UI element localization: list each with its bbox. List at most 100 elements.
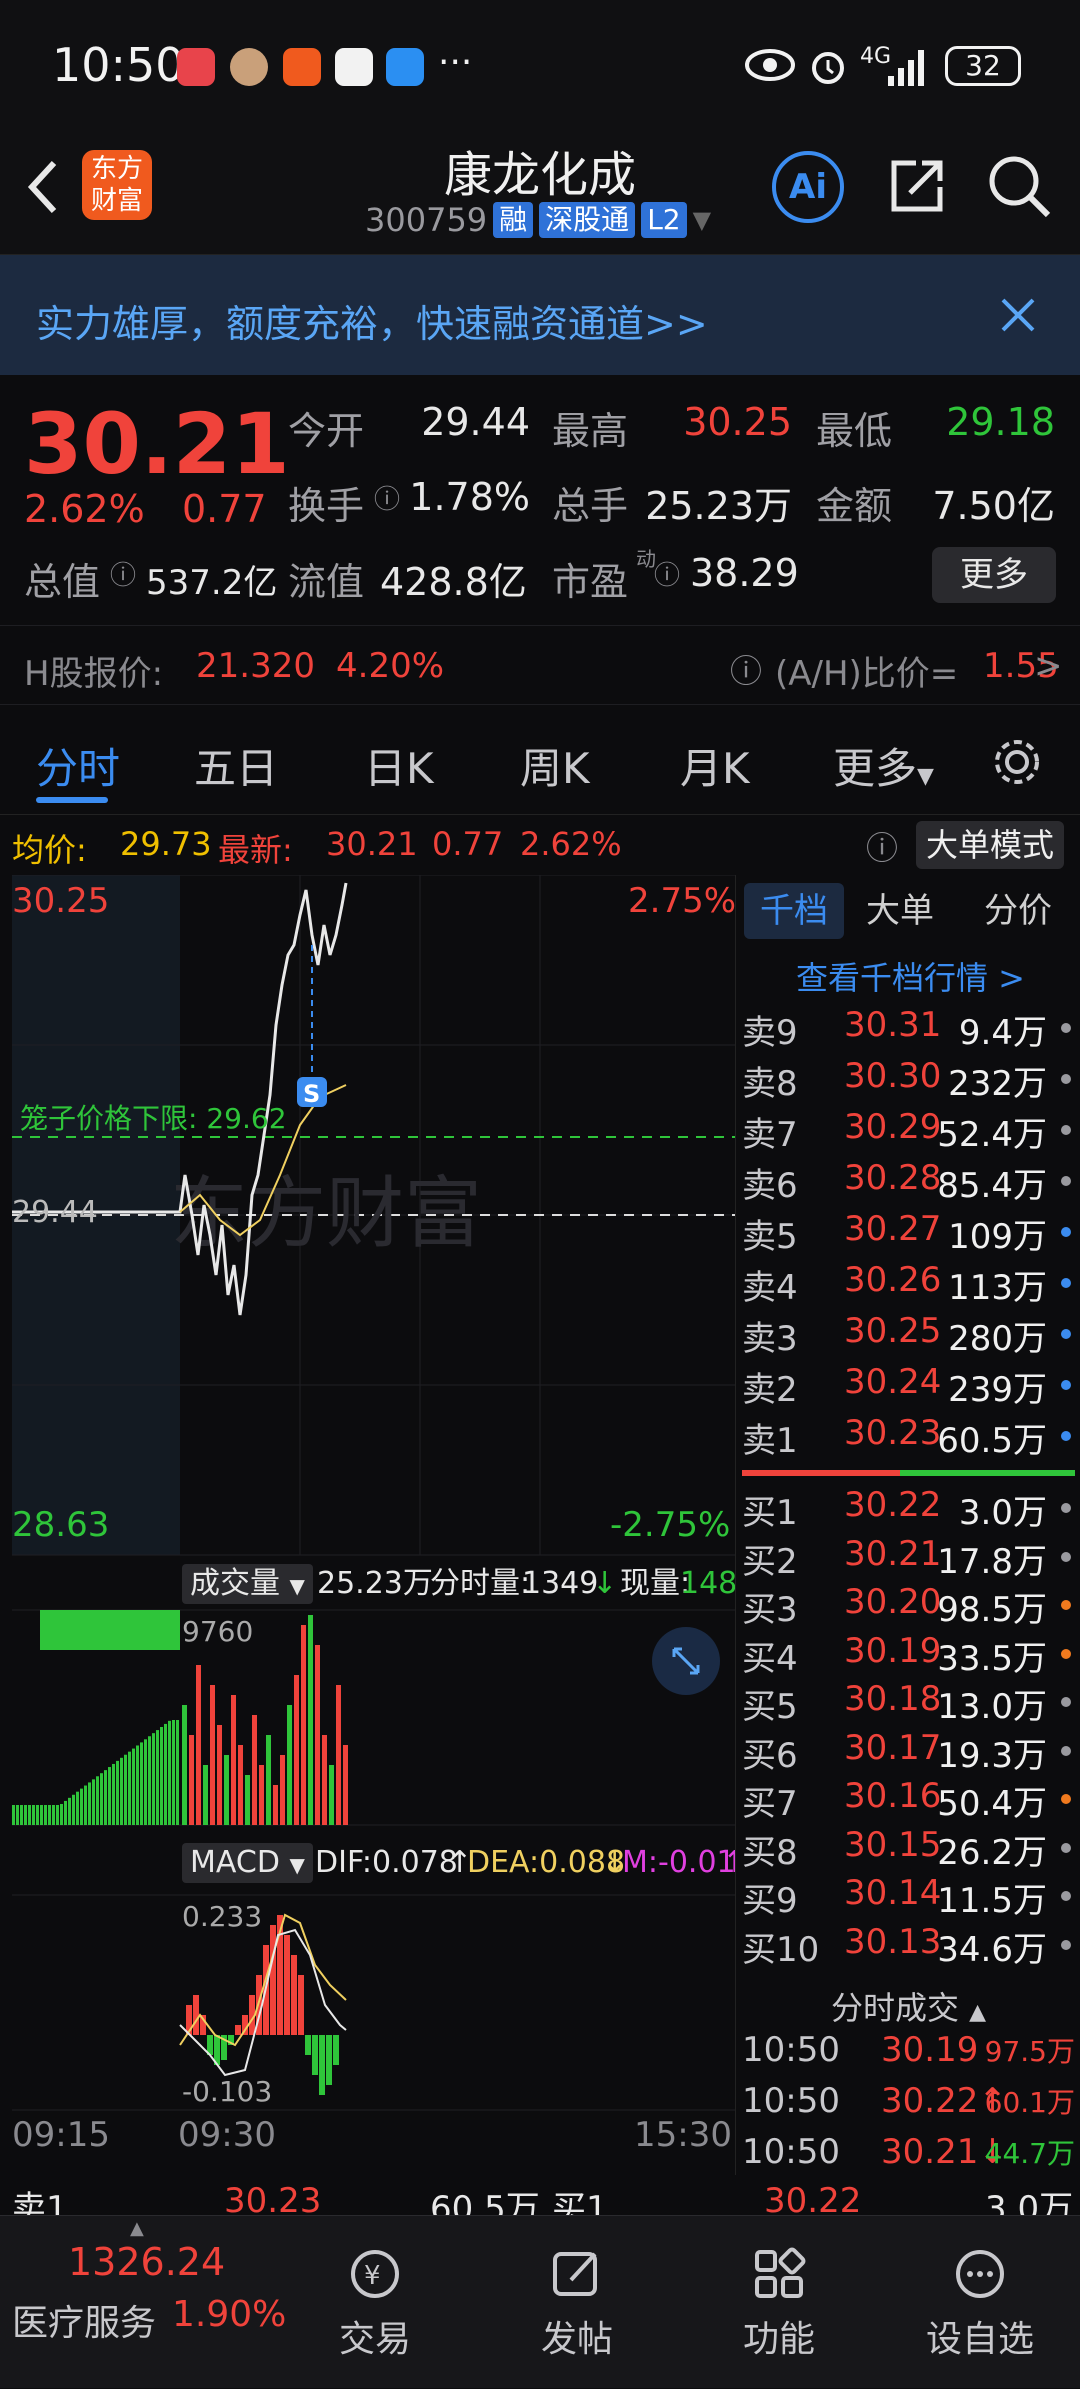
bid-row[interactable]: 买3 30.20 98.5万 — [736, 1582, 1080, 1630]
ask-row[interactable]: 卖6 30.28 85.4万 — [736, 1158, 1080, 1206]
volume-bar — [72, 1794, 75, 1825]
ask-row[interactable]: 卖2 30.24 239万 — [736, 1362, 1080, 1410]
cage-limit-label: 笼子价格下限: 29.62 — [20, 1097, 287, 1137]
tab-daily-k[interactable]: 日K — [364, 735, 434, 796]
tab-big-orders[interactable]: 大单 — [866, 883, 934, 939]
order-dot-icon — [1061, 1551, 1071, 1562]
stock-code-line[interactable]: 300759 融 深股通 L2 ▼ — [365, 201, 711, 239]
alarm-icon — [812, 52, 844, 84]
macd-indicator-button[interactable]: MACD ▼ — [182, 1843, 313, 1883]
cage-limit-value: 29.62 — [206, 1102, 287, 1135]
intraday-chart-area[interactable]: 东方财富 S 30.25 2.75% 28.63 -2.75% 29.44 笼子… — [0, 875, 755, 2175]
time-axis-open: 09:30 — [178, 2115, 276, 2155]
bid-volume: 11.5万 — [937, 1881, 1047, 1921]
h-share-row[interactable]: H股报价: 21.320 4.20% ⓘ (A/H)比价= 1.55 > — [0, 625, 1080, 705]
macd-bar — [270, 1925, 276, 2035]
bid-row[interactable]: 买7 30.16 50.4万 — [736, 1776, 1080, 1824]
ai-label: Ai — [789, 167, 827, 207]
tab-price-distribution[interactable]: 分价 — [984, 883, 1052, 939]
info-icon[interactable]: ⓘ — [110, 555, 136, 592]
nav-add-watchlist-label: 设自选 — [925, 2319, 1034, 2360]
order-dot-icon — [1061, 1125, 1071, 1135]
trade-time: 10:50 — [742, 2132, 840, 2172]
gear-icon[interactable] — [990, 735, 1044, 789]
share-icon[interactable] — [886, 155, 948, 217]
nav-add-watchlist[interactable]: 设自选 — [910, 2246, 1050, 2362]
float-label: 流值 — [288, 560, 365, 604]
big-order-mode-button[interactable]: 大单模式 — [916, 821, 1065, 869]
nav-post-label: 发帖 — [540, 2319, 613, 2360]
ask-row[interactable]: 卖7 30.29 52.4万 — [736, 1107, 1080, 1155]
ask-level-label: 卖9 — [742, 1013, 798, 1053]
bid-level-label: 买6 — [742, 1735, 798, 1776]
ask-row[interactable]: 卖9 30.31 9.4万 — [736, 1005, 1080, 1053]
help-icon[interactable]: ⓘ — [866, 823, 898, 869]
ask-volume: 113万 — [948, 1268, 1047, 1308]
tab-more[interactable]: 更多▼ — [833, 735, 934, 796]
order-dot-icon — [1061, 1939, 1071, 1950]
bid-row[interactable]: 买4 30.19 33.5万 — [736, 1631, 1080, 1679]
search-icon[interactable] — [986, 153, 1052, 219]
trades-header[interactable]: 分时成交 ▲ — [736, 1983, 1080, 2029]
tab-intraday[interactable]: 分时 — [36, 735, 120, 796]
volume-bar — [329, 1765, 334, 1825]
ask-row[interactable]: 卖4 30.26 113万 — [736, 1260, 1080, 1308]
last-label: 最新: — [218, 831, 293, 869]
volume-indicator-button[interactable]: 成交量 ▼ — [182, 1564, 313, 1604]
tab-thousand-levels[interactable]: 千档 — [744, 883, 844, 939]
ask-volume: 280万 — [948, 1319, 1047, 1359]
more-button[interactable]: 更多 — [932, 547, 1056, 603]
order-dot-icon — [1061, 1278, 1071, 1288]
clock: 10:50 — [52, 38, 185, 92]
ask-level-label: 卖8 — [742, 1064, 798, 1104]
volume-bar — [189, 1735, 194, 1825]
bid-row[interactable]: 买9 30.14 11.5万 — [736, 1873, 1080, 1921]
nav-trade[interactable]: ¥ 交易 — [305, 2246, 445, 2362]
info-icon[interactable]: ⓘ — [654, 555, 680, 592]
network-type: 4G — [860, 44, 892, 69]
volume-bar — [24, 1805, 27, 1825]
edit-icon — [553, 2252, 597, 2296]
volume-bar — [32, 1805, 35, 1825]
bid-row[interactable]: 买8 30.15 26.2万 — [736, 1825, 1080, 1873]
nav-post[interactable]: 发帖 — [507, 2246, 647, 2362]
float-value: 428.8亿 — [380, 560, 527, 604]
bid-volume: 34.6万 — [937, 1929, 1047, 1970]
nav-functions[interactable]: 功能 — [709, 2246, 849, 2362]
bid-ratio-bar — [900, 1470, 1075, 1476]
bid-row[interactable]: 买2 30.21 17.8万 — [736, 1534, 1080, 1582]
ask-row[interactable]: 卖1 30.23 60.5万 — [736, 1413, 1080, 1461]
strip-bid-label: 买1 — [552, 2189, 608, 2215]
bid-row[interactable]: 买10 30.13 34.6万 — [736, 1922, 1080, 1970]
bid-row[interactable]: 买6 30.17 19.3万 — [736, 1728, 1080, 1776]
info-icon[interactable]: ⓘ — [374, 479, 400, 516]
tab-monthly-k[interactable]: 月K — [680, 735, 750, 796]
ask-row[interactable]: 卖8 30.30 232万 — [736, 1056, 1080, 1104]
tab-weekly-k[interactable]: 周K — [520, 735, 590, 796]
bid-price: 30.13 — [844, 1921, 942, 1962]
ai-button[interactable]: Ai — [772, 151, 844, 223]
bid-row[interactable]: 买1 30.22 3.0万 — [736, 1485, 1080, 1533]
last-pct: 2.62% — [520, 825, 622, 863]
close-icon[interactable] — [1000, 297, 1036, 333]
volume-bar — [196, 1665, 201, 1825]
amount-label: 金额 — [816, 484, 893, 528]
bid-row[interactable]: 买5 30.18 13.0万 — [736, 1679, 1080, 1727]
change-amount: 0.77 — [182, 487, 267, 531]
bid-volume: 13.0万 — [937, 1687, 1047, 1727]
ask-volume: 52.4万 — [937, 1115, 1047, 1155]
help-icon[interactable]: ⓘ — [730, 646, 762, 692]
order-dot-icon — [1061, 1794, 1071, 1804]
ask-price: 30.23 — [844, 1413, 942, 1453]
macd-bar — [312, 2035, 318, 2075]
macd-toolbar: MACD ▼ DIF:0.078 ↑ DEA:0.088 ↓ M:-0.019 … — [12, 1837, 755, 1889]
tab-5day[interactable]: 五日 — [194, 735, 278, 796]
ah-ratio-label: (A/H)比价= — [775, 654, 959, 694]
ask-row[interactable]: 卖3 30.25 280万 — [736, 1311, 1080, 1359]
bid-volume: 19.3万 — [937, 1735, 1047, 1776]
sector-index-widget[interactable]: ▲ 1326.24 医疗服务 1.90% — [0, 2216, 286, 2389]
promo-banner[interactable]: 实力雄厚，额度充裕，快速融资通道>> — [0, 255, 1080, 375]
volume-bar — [245, 1775, 250, 1825]
ask-row[interactable]: 卖5 30.27 109万 — [736, 1209, 1080, 1257]
last-value: 30.21 — [326, 825, 418, 863]
